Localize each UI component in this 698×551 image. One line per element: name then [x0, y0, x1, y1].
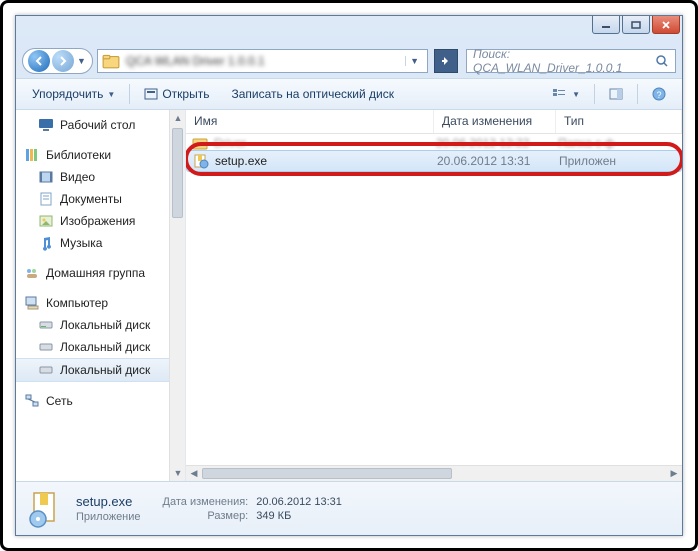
col-type[interactable]: Тип [556, 110, 682, 133]
details-date-label: Дата изменения: [163, 496, 249, 508]
main-area: Рабочий стол Библиотеки Видео Документы … [16, 110, 682, 481]
details-size-label: Размер: [163, 510, 249, 522]
details-pane: setup.exe Приложение Дата изменения: 20.… [16, 481, 682, 535]
file-row[interactable]: Driver 20.06.2012 12:22 Папка с ф [186, 136, 682, 150]
open-button[interactable]: Открыть [134, 83, 219, 105]
sidebar-item-localdisk-1[interactable]: Локальный диск [16, 314, 169, 336]
sidebar-item-computer[interactable]: Компьютер [16, 292, 169, 314]
svg-text:?: ? [656, 90, 661, 100]
sidebar-item-video[interactable]: Видео [16, 166, 169, 188]
explorer-window: ▼ QCA WLAN Driver 1.0.0.1 ▼ Поиск: QCA_W… [15, 15, 683, 536]
sidebar-item-pictures[interactable]: Изображения [16, 210, 169, 232]
computer-icon [24, 295, 40, 311]
file-pane: Имя Дата изменения Тип Driver 20.06.2012… [186, 110, 682, 481]
back-button[interactable] [28, 50, 50, 72]
desktop-icon [38, 117, 54, 133]
music-icon [38, 235, 54, 251]
nav-row: ▼ QCA WLAN Driver 1.0.0.1 ▼ Поиск: QCA_W… [16, 44, 682, 78]
scroll-down-icon[interactable]: ▼ [170, 465, 186, 481]
file-list[interactable]: Driver 20.06.2012 12:22 Папка с ф setup.… [186, 134, 682, 465]
maximize-button[interactable] [622, 16, 650, 34]
disk-icon [38, 339, 54, 355]
search-icon [655, 54, 669, 68]
help-button[interactable]: ? [642, 83, 676, 105]
details-name: setup.exe [76, 494, 141, 509]
sidebar: Рабочий стол Библиотеки Видео Документы … [16, 110, 186, 481]
sidebar-item-homegroup[interactable]: Домашняя группа [16, 262, 169, 284]
sidebar-scrollbar[interactable]: ▲ ▼ [169, 110, 185, 481]
view-button[interactable]: ▼ [542, 83, 590, 105]
scroll-right-icon[interactable]: ▶ [666, 466, 682, 482]
sidebar-item-desktop[interactable]: Рабочий стол [16, 114, 169, 136]
forward-button[interactable] [52, 50, 74, 72]
scroll-left-icon[interactable]: ◀ [186, 466, 202, 482]
sidebar-item-network[interactable]: Сеть [16, 390, 169, 412]
help-icon: ? [652, 87, 666, 101]
folder-icon [102, 52, 120, 70]
organize-button[interactable]: Упорядочить▼ [22, 83, 125, 105]
search-input[interactable]: Поиск: QCA_WLAN_Driver_1.0.0.1 [466, 49, 676, 73]
sidebar-item-localdisk-2[interactable]: Локальный диск [16, 336, 169, 358]
folder-icon [192, 136, 208, 150]
documents-icon [38, 191, 54, 207]
titlebar [16, 16, 682, 44]
column-headers: Имя Дата изменения Тип [186, 110, 682, 134]
col-date[interactable]: Дата изменения [434, 110, 556, 133]
disk-icon [38, 317, 54, 333]
refresh-button[interactable] [434, 49, 458, 73]
preview-pane-button[interactable] [599, 83, 633, 105]
installer-icon-large [26, 489, 66, 529]
sidebar-item-music[interactable]: Музыка [16, 232, 169, 254]
pictures-icon [38, 213, 54, 229]
scroll-thumb[interactable] [172, 128, 183, 218]
sidebar-item-documents[interactable]: Документы [16, 188, 169, 210]
address-bar[interactable]: QCA WLAN Driver 1.0.0.1 ▼ [97, 49, 428, 73]
sidebar-item-localdisk-3[interactable]: Локальный диск [16, 358, 169, 382]
col-name[interactable]: Имя [186, 110, 434, 133]
address-dropdown[interactable]: ▼ [405, 56, 423, 66]
breadcrumb: QCA WLAN Driver 1.0.0.1 [126, 54, 405, 68]
hscroll-thumb[interactable] [202, 468, 452, 479]
details-type: Приложение [76, 511, 141, 523]
preview-icon [609, 87, 623, 101]
homegroup-icon [24, 265, 40, 281]
libraries-icon [24, 147, 40, 163]
video-icon [38, 169, 54, 185]
view-icon [552, 87, 568, 101]
sidebar-item-libraries[interactable]: Библиотеки [16, 144, 169, 166]
disk-icon [38, 362, 54, 378]
scroll-up-icon[interactable]: ▲ [170, 110, 186, 126]
toolbar: Упорядочить▼ Открыть Записать на оптичес… [16, 78, 682, 110]
search-placeholder: Поиск: QCA_WLAN_Driver_1.0.0.1 [473, 47, 655, 75]
nav-history-dropdown[interactable]: ▼ [75, 56, 88, 66]
burn-button[interactable]: Записать на оптический диск [221, 83, 404, 105]
details-size-value: 349 КБ [256, 510, 342, 522]
open-icon [144, 87, 158, 101]
nav-buttons: ▼ [22, 48, 93, 74]
close-button[interactable] [652, 16, 680, 34]
minimize-button[interactable] [592, 16, 620, 34]
network-icon [24, 393, 40, 409]
installer-icon [193, 153, 209, 169]
file-row-selected[interactable]: setup.exe 20.06.2012 13:31 Приложен [186, 150, 682, 172]
details-date-value: 20.06.2012 13:31 [256, 496, 342, 508]
horizontal-scrollbar[interactable]: ◀ ▶ [186, 465, 682, 481]
